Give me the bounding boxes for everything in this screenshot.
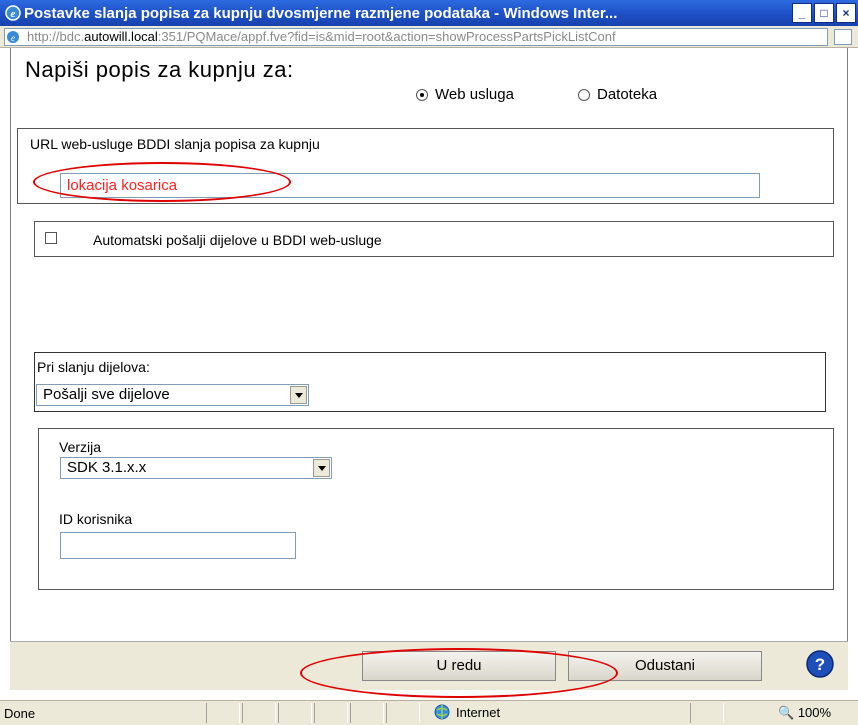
zoom-icon: 🔍 [778, 705, 795, 720]
send-parts-label: Pri slanju dijelova: [37, 359, 150, 375]
status-panel [350, 703, 384, 723]
window-title: Postavke slanja popisa za kupnju dvosmje… [24, 4, 618, 22]
version-select[interactable]: SDK 3.1.x.x [60, 457, 332, 479]
send-parts-section: Pri slanju dijelova: Pošalji sve dijelov… [34, 352, 826, 412]
zoom-level[interactable]: 🔍 100% [778, 705, 831, 721]
version-section: Verzija SDK 3.1.x.x ID korisnika [38, 428, 834, 590]
minimize-button[interactable]: _ [792, 3, 812, 23]
highlight-ellipse-url [33, 162, 291, 202]
radio-file[interactable]: Datoteka [578, 86, 657, 103]
url-host: autowill.local [84, 29, 158, 44]
version-label: Verzija [59, 439, 102, 455]
security-zone[interactable]: Internet [434, 704, 500, 720]
export-heading: Napiši popis za kupnju za: [25, 57, 294, 82]
svg-text:e: e [11, 8, 16, 20]
chevron-down-icon[interactable] [290, 386, 307, 404]
address-bar: http://bdc.autowill.local:351/PQMace/app… [0, 26, 858, 48]
window-title-bar[interactable]: e Postavke slanja popisa za kupnju dvosm… [0, 0, 858, 26]
protected-mode-panel[interactable] [690, 703, 724, 723]
url-section-label: URL web-usluge BDDI slanja popisa za kup… [30, 136, 320, 152]
status-bar: Done Internet 🔍 100% [0, 700, 858, 725]
status-panel [386, 703, 420, 723]
send-parts-select[interactable]: Pošalji sve dijelove [36, 384, 309, 406]
auto-send-checkbox[interactable] [45, 232, 57, 244]
radio-selected-icon [416, 88, 428, 101]
compatibility-icon[interactable] [834, 29, 852, 45]
status-panel [206, 703, 240, 723]
svg-text:?: ? [815, 655, 825, 674]
radio-web-service[interactable]: Web usluga [416, 86, 514, 103]
page-ie-icon: e [7, 31, 19, 43]
help-icon[interactable]: ? [805, 649, 835, 679]
url-section: URL web-usluge BDDI slanja popisa za kup… [17, 128, 834, 204]
highlight-ellipse-ok [300, 648, 618, 698]
maximize-button[interactable]: □ [814, 3, 834, 23]
auto-send-label: Automatski pošalji dijelove u BDDI web-u… [93, 232, 382, 248]
auto-send-section: Automatski pošalji dijelove u BDDI web-u… [34, 221, 834, 257]
radio-file-label: Datoteka [597, 86, 658, 103]
svg-text:e: e [11, 33, 15, 43]
status-panel [242, 703, 276, 723]
status-panel [278, 703, 312, 723]
internet-explorer-icon: e [5, 5, 21, 21]
dialog-button-bar: U redu Odustani ? [10, 641, 848, 698]
chevron-down-icon[interactable] [313, 459, 330, 477]
send-parts-value: Pošalji sve dijelove [43, 386, 170, 403]
user-id-label: ID korisnika [59, 511, 133, 527]
zone-label: Internet [456, 704, 501, 720]
radio-web-service-label: Web usluga [435, 86, 514, 103]
url-rest: :351/PQMace/appf.fve?fid=is&mid=root&act… [157, 29, 616, 44]
version-value: SDK 3.1.x.x [67, 459, 147, 476]
globe-icon [434, 704, 450, 720]
close-button[interactable]: × [836, 3, 856, 23]
user-id-input[interactable] [60, 532, 296, 559]
status-text: Done [4, 706, 36, 721]
address-field[interactable]: http://bdc.autowill.local:351/PQMace/app… [4, 28, 828, 46]
url-prefix: http://bdc. [27, 29, 85, 44]
window-controls: _ □ × [792, 3, 856, 23]
radio-unselected-icon [578, 88, 590, 101]
status-panel [314, 703, 348, 723]
zoom-value: 100% [797, 705, 832, 720]
